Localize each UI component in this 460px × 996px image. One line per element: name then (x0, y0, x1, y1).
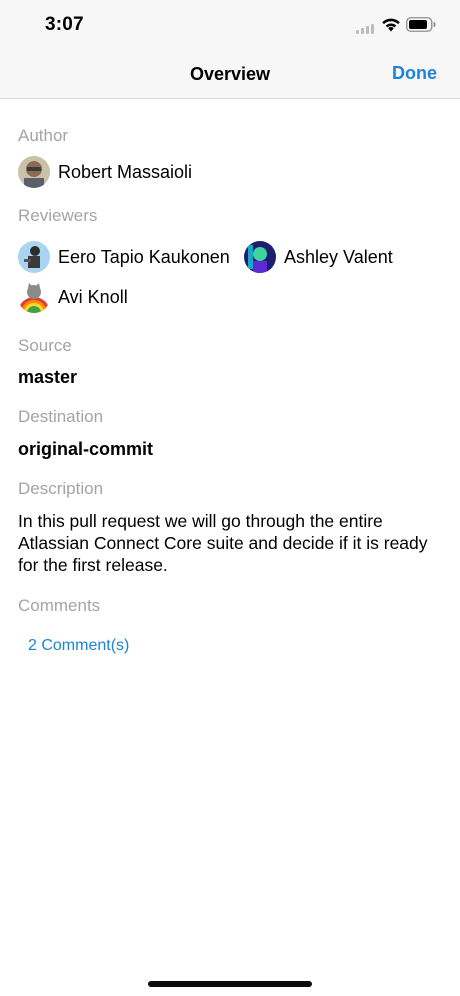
reviewer-name: Ashley Valent (284, 246, 393, 267)
status-time: 3:07 (45, 14, 84, 35)
reviewer-item: Eero Tapio Kaukonen (18, 240, 230, 274)
reviewer-avatar-icon (244, 241, 276, 273)
avatar (18, 241, 50, 273)
avatar (244, 241, 276, 273)
comments-label: Comments (18, 596, 101, 615)
reviewer-item: Ashley Valent (244, 240, 393, 274)
avatar (18, 156, 50, 188)
author-name: Robert Massaioli (58, 161, 193, 182)
source-label: Source (18, 336, 72, 355)
navigation-bar: Overview Done (0, 50, 460, 99)
avatar (18, 281, 50, 313)
comments-link[interactable]: 2 Comment(s) (28, 637, 129, 655)
wifi-icon (382, 18, 400, 32)
author-row: Robert Massaioli (18, 155, 192, 189)
page-title: Overview (189, 64, 271, 84)
destination-branch: original-commit (18, 439, 154, 459)
battery-icon (406, 17, 436, 32)
cellular-signal-icon (356, 22, 376, 34)
description-label: Description (18, 479, 104, 498)
destination-label: Destination (18, 407, 104, 426)
status-bar: 3:07 (0, 0, 460, 50)
reviewer-item: Avi Knoll (18, 280, 128, 314)
description-text: In this pull request we will go through … (18, 511, 428, 575)
screen: 3:07 Overview Done Author Robert Massaio… (0, 0, 460, 996)
home-indicator (148, 981, 312, 987)
author-avatar-icon (18, 156, 50, 188)
reviewer-name: Avi Knoll (58, 286, 128, 307)
reviewers-label: Reviewers (18, 206, 98, 225)
source-branch: master (18, 367, 78, 387)
reviewer-name: Eero Tapio Kaukonen (58, 246, 230, 267)
reviewer-avatar-icon (18, 241, 50, 273)
done-button[interactable]: Done (392, 63, 437, 84)
reviewer-avatar-icon (18, 281, 50, 313)
author-label: Author (18, 126, 69, 145)
